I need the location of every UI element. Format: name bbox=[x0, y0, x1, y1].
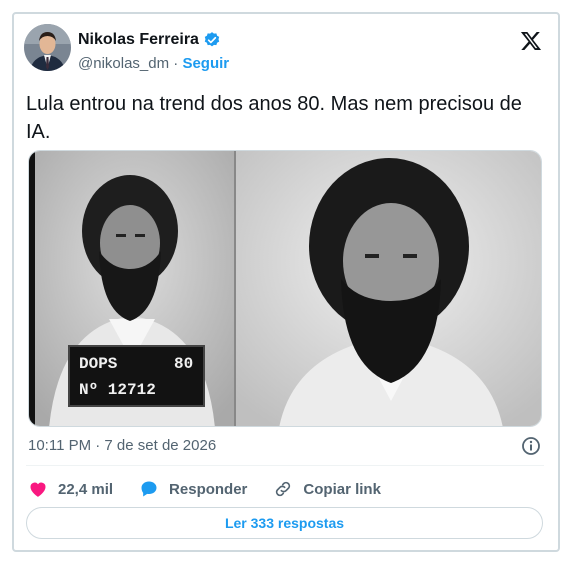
like-count: 22,4 mil bbox=[58, 480, 114, 498]
link-icon bbox=[276, 481, 291, 497]
tweet-timestamp[interactable]: 10:11 PM · 7 de set de 2026 bbox=[28, 437, 216, 454]
copy-link-label: Copiar link bbox=[303, 480, 381, 498]
verified-badge-icon bbox=[204, 32, 220, 47]
mugshot-photo: DOPS 80 Nº 12712 bbox=[29, 151, 541, 426]
tweet-actions: 22,4 mil Responder Copiar link bbox=[28, 478, 407, 500]
divider bbox=[26, 465, 544, 466]
reply-button[interactable]: Responder bbox=[139, 479, 247, 499]
avatar[interactable] bbox=[24, 24, 71, 71]
author-handle-row: @nikolas_dm · Seguir bbox=[78, 55, 229, 72]
author-name-row[interactable]: Nikolas Ferreira bbox=[78, 31, 221, 49]
separator-dot: · bbox=[173, 55, 179, 72]
photo-sign-dops: DOPS bbox=[79, 355, 118, 373]
profile-photo bbox=[24, 24, 71, 71]
x-logo-icon[interactable] bbox=[520, 30, 542, 52]
author-name[interactable]: Nikolas Ferreira bbox=[78, 31, 199, 49]
photo-sign-number-12712: Nº 12712 bbox=[79, 381, 156, 399]
tweet-photo[interactable]: DOPS 80 Nº 12712 bbox=[28, 150, 542, 427]
info-icon[interactable] bbox=[521, 436, 541, 456]
like-button[interactable]: 22,4 mil bbox=[28, 479, 113, 499]
author-handle[interactable]: @nikolas_dm bbox=[78, 55, 169, 72]
copy-link-button[interactable]: Copiar link bbox=[273, 479, 381, 499]
reply-bubble-icon bbox=[141, 481, 157, 497]
read-replies-button[interactable]: Ler 333 respostas bbox=[26, 507, 543, 539]
follow-button[interactable]: Seguir bbox=[182, 55, 229, 72]
photo-sign-number-80: 80 bbox=[174, 355, 193, 373]
tweet-text: Lula entrou na trend dos anos 80. Mas ne… bbox=[26, 93, 522, 143]
heart-icon bbox=[30, 482, 46, 497]
reply-label: Responder bbox=[169, 480, 248, 498]
